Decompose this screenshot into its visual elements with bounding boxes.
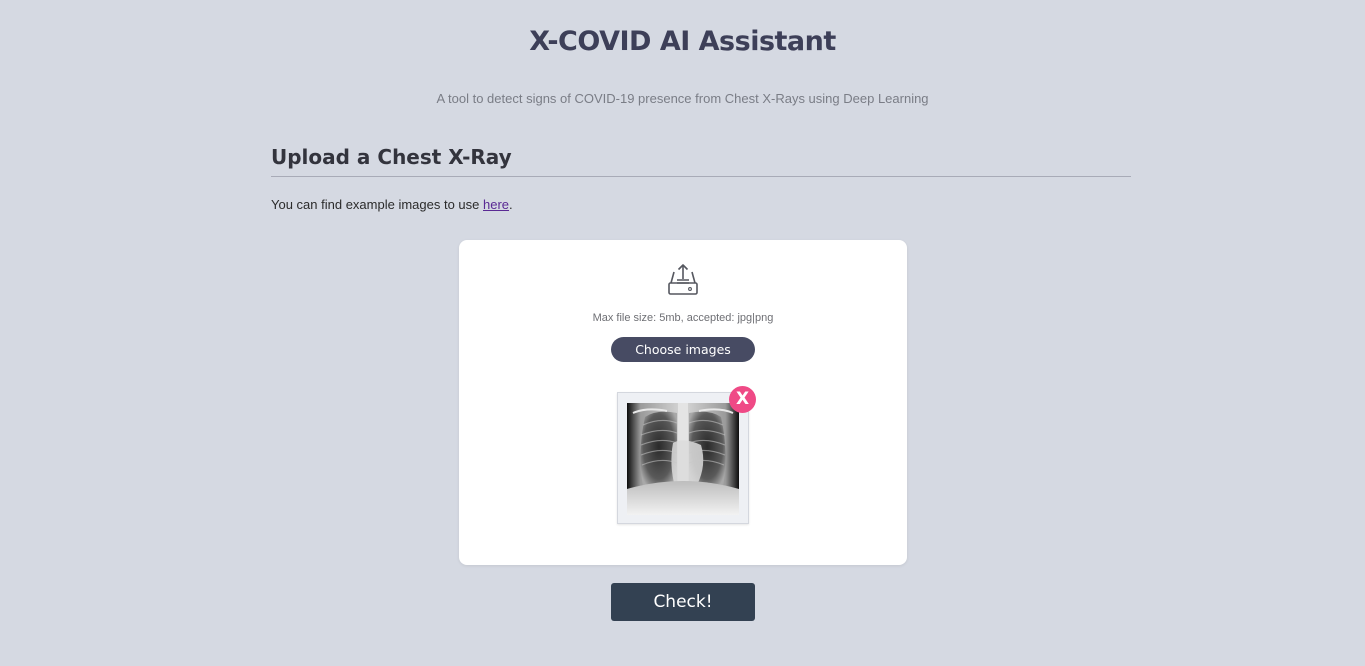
example-images-link[interactable]: here [483,197,509,212]
remove-image-button[interactable]: X [729,386,756,413]
section-divider [271,176,1131,177]
upload-dropzone[interactable]: Max file size: 5mb, accepted: jpg|png Ch… [459,240,907,565]
example-images-text: You can find example images to use here. [271,197,513,212]
check-button[interactable]: Check! [611,583,755,621]
chest-xray-thumbnail [627,403,739,515]
example-prefix: You can find example images to use [271,197,483,212]
section-heading: Upload a Chest X-Ray [271,145,512,169]
upload-tray-icon [668,264,698,295]
page-subtitle: A tool to detect signs of COVID-19 prese… [436,91,929,106]
file-size-hint: Max file size: 5mb, accepted: jpg|png [592,312,774,324]
image-preview [617,392,749,524]
page-title: X-COVID AI Assistant [529,26,836,57]
page: X-COVID AI Assistant A tool to detect si… [0,0,1365,666]
example-suffix: . [509,197,513,212]
choose-images-button[interactable]: Choose images [611,337,755,362]
